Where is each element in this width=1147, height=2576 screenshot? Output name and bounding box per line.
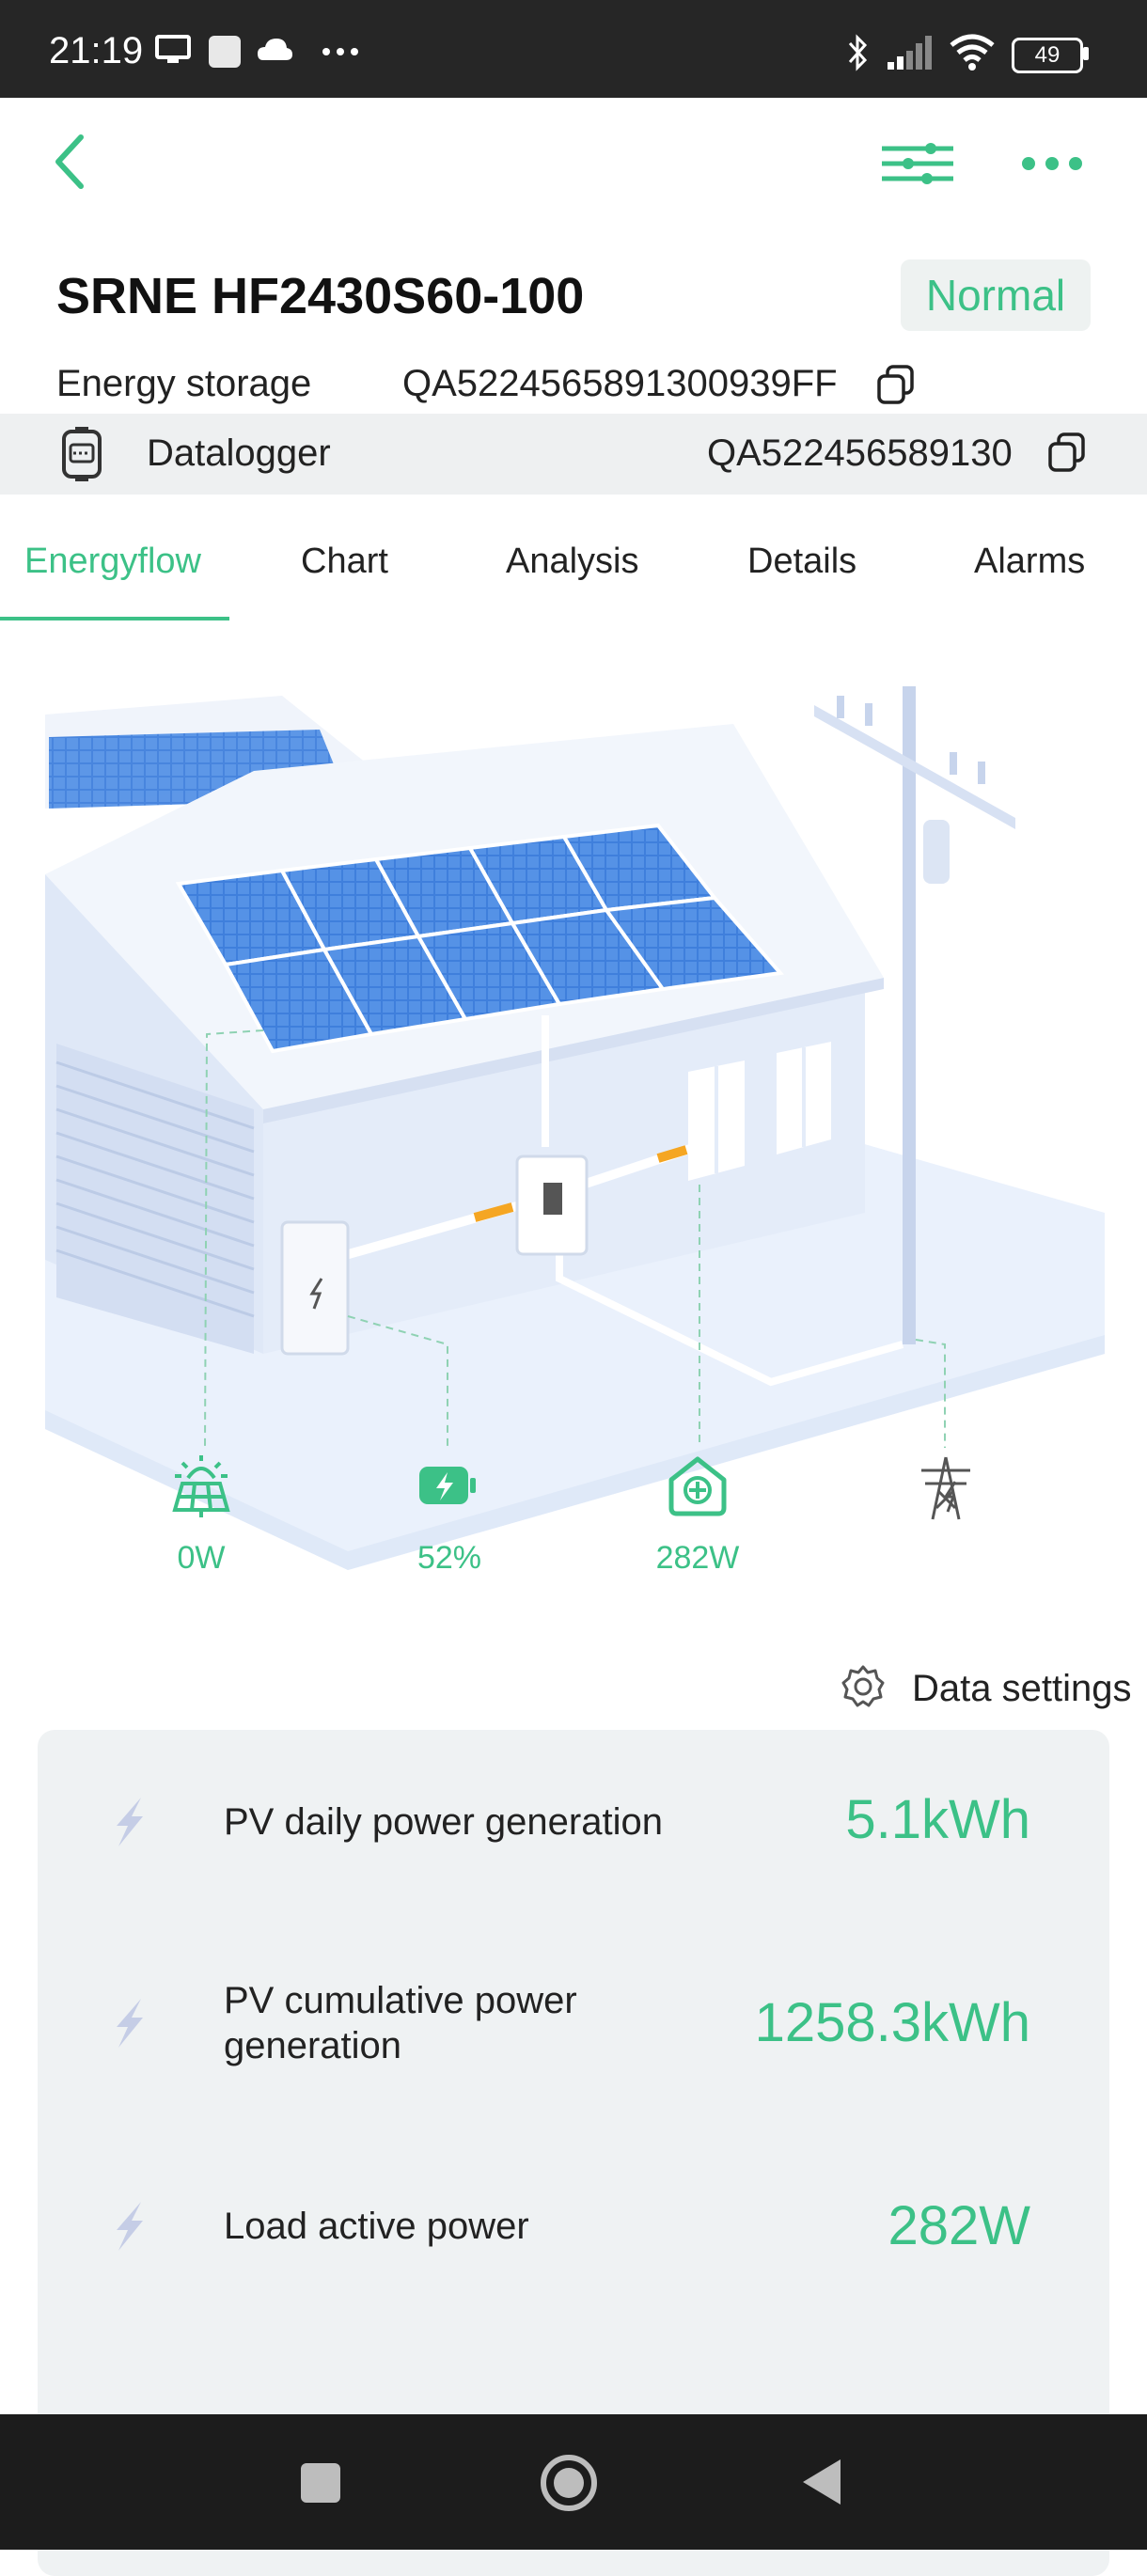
copy-serial-icon[interactable]	[874, 363, 918, 406]
back-chevron-icon[interactable]	[51, 132, 88, 192]
tab-energyflow[interactable]: Energyflow	[24, 542, 201, 582]
metric-label-pv-daily: PV daily power generation	[224, 1801, 663, 1843]
copy-datalogger-icon[interactable]	[1045, 431, 1089, 474]
lightning-icon	[117, 1798, 143, 1846]
clock: 21:19	[49, 30, 144, 71]
signal-icon	[888, 36, 932, 70]
wifi-icon	[950, 34, 995, 71]
recents-square-icon[interactable]	[299, 2461, 342, 2505]
tab-chart[interactable]: Chart	[301, 542, 388, 582]
home-circle-icon[interactable]	[540, 2454, 598, 2512]
device-type-label: Energy storage	[56, 363, 312, 404]
active-tab-indicator	[0, 617, 229, 620]
energy-flow-illustration	[45, 686, 1105, 1570]
system-navigation-bar	[0, 2414, 1147, 2550]
app-square-icon	[209, 36, 241, 68]
tab-details[interactable]: Details	[747, 542, 856, 582]
status-badge: Normal	[901, 259, 1091, 331]
battery-status-icon: 49	[1012, 38, 1083, 73]
battery-level: 49	[1034, 42, 1061, 68]
metric-label-load-active: Load active power	[224, 2206, 529, 2247]
monitor-icon	[155, 35, 191, 63]
metric-value-pv-cumulative: 1258.3kWh	[754, 1992, 1030, 2053]
lightning-icon	[117, 1999, 143, 2048]
device-name: SRNE HF2430S60-100	[56, 268, 585, 324]
metric-label-pv-cumulative: PV cumulative power generation	[224, 1980, 577, 2066]
metric-value-pv-daily: 5.1kWh	[845, 1789, 1030, 1850]
load-power-value: 282W	[655, 1540, 740, 1576]
tab-analysis[interactable]: Analysis	[506, 542, 639, 582]
more-notifications-icon	[322, 48, 358, 55]
pv-power-value: 0W	[177, 1540, 226, 1576]
data-settings-button[interactable]: Data settings	[912, 1668, 1131, 1710]
datalogger-icon	[62, 427, 102, 481]
grid-tower-icon	[921, 1456, 970, 1520]
metric-value-load-active: 282W	[888, 2195, 1030, 2256]
battery-tip	[1083, 47, 1089, 60]
battery-charging-icon	[419, 1467, 476, 1504]
filter-sliders-icon[interactable]	[880, 141, 955, 186]
device-serial: QA5224565891300939FF	[402, 363, 838, 404]
lightning-icon	[117, 2202, 143, 2251]
tab-alarms[interactable]: Alarms	[974, 542, 1085, 582]
bluetooth-icon	[848, 34, 868, 71]
home-load-icon	[668, 1456, 727, 1516]
back-triangle-icon[interactable]	[801, 2458, 842, 2506]
datalogger-label: Datalogger	[147, 432, 331, 474]
status-bar: 21:19 49	[0, 0, 1147, 98]
more-options-icon[interactable]	[1019, 154, 1085, 173]
gear-icon[interactable]	[841, 1664, 886, 1709]
cloud-icon	[258, 39, 292, 60]
solar-panel-icon	[172, 1455, 230, 1517]
datalogger-serial: QA522456589130	[707, 432, 1013, 474]
battery-soc-value: 52%	[416, 1540, 482, 1576]
